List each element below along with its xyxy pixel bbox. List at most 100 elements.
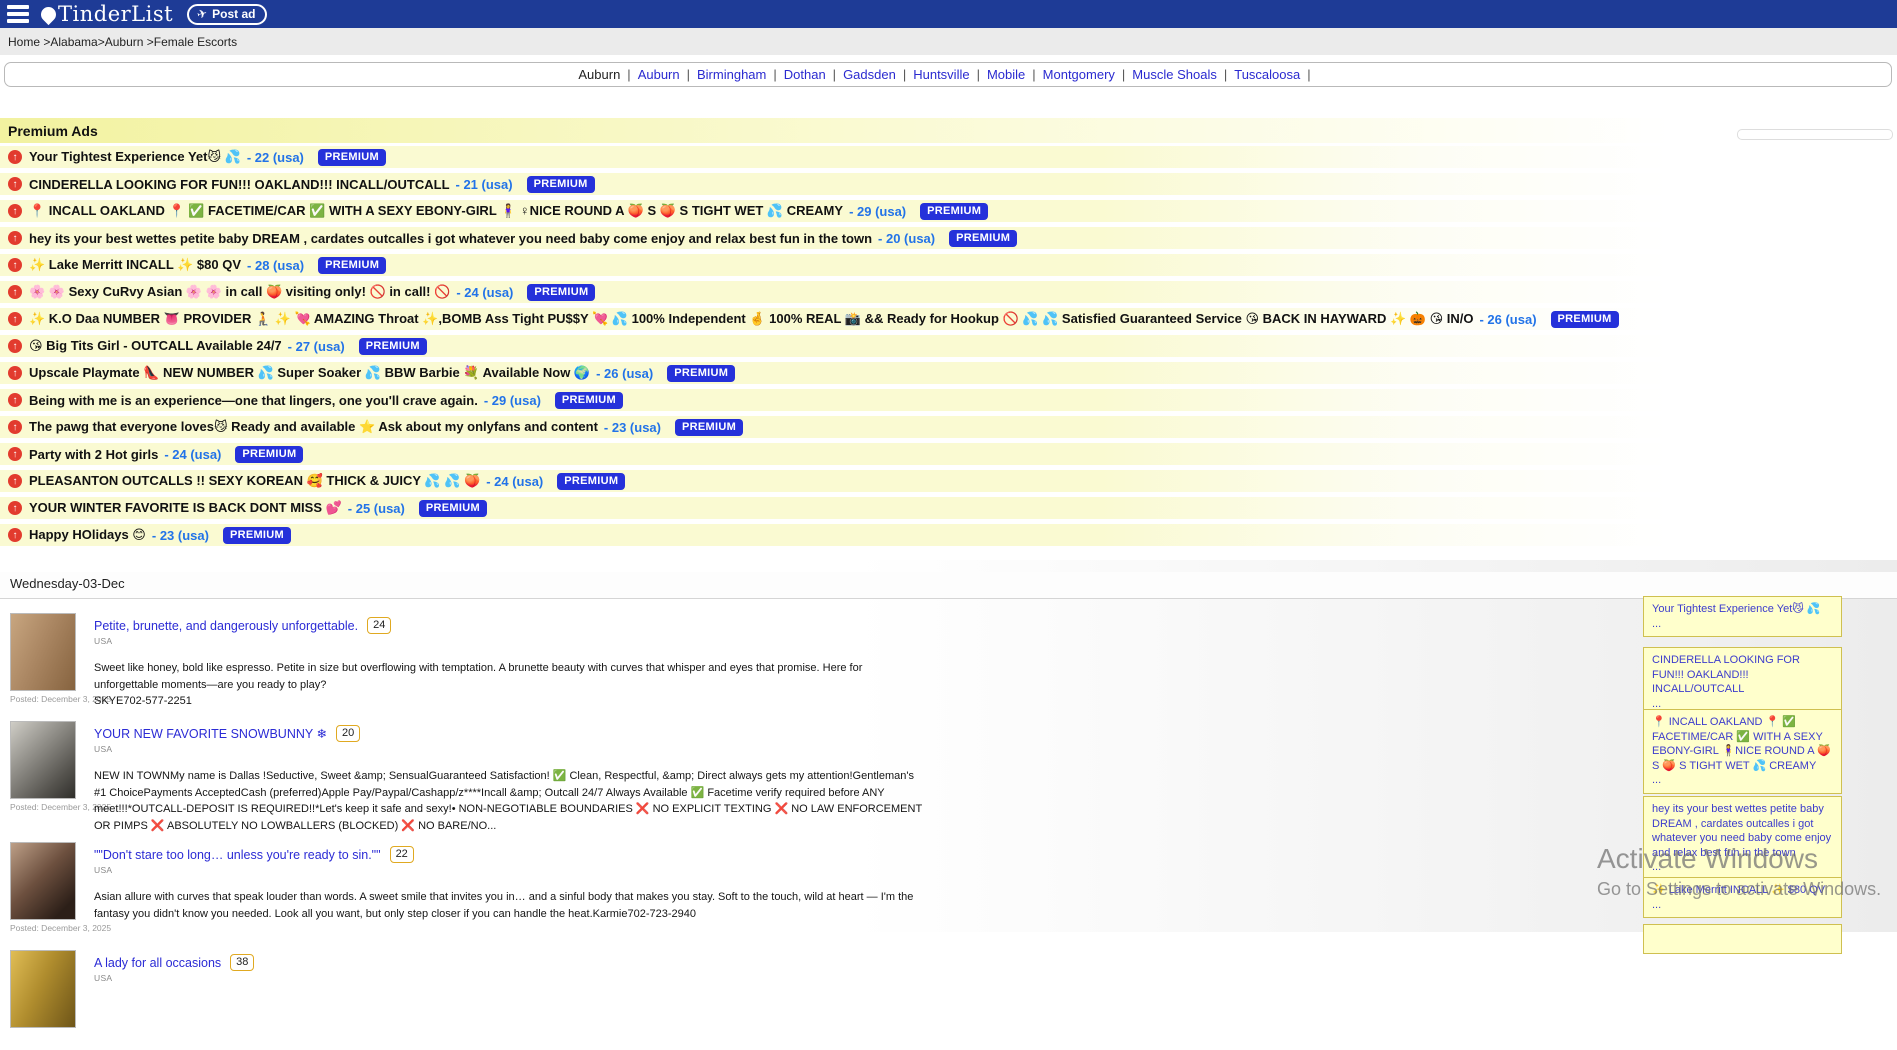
sidebar-ad-box[interactable]: CINDERELLA LOOKING FOR FUN!!! OAKLAND!!!… — [1643, 647, 1842, 717]
post-ad-label: Post ad — [212, 7, 255, 21]
premium-ad-title[interactable]: 🌸 🌸 Sexy CuRvy Asian 🌸 🌸 in call 🍑 visit… — [29, 284, 450, 300]
bump-up-icon: ↑ — [8, 420, 22, 434]
premium-badge: PREMIUM — [675, 419, 743, 436]
city-separator: | — [773, 67, 776, 82]
premium-ad-row[interactable]: ↑ 😘 Big Tits Girl - OUTCALL Available 24… — [0, 335, 1897, 357]
bump-up-icon: ↑ — [8, 150, 22, 164]
premium-ad-row[interactable]: ↑ Happy HOlidays 😊 - 23 (usa) PREMIUM — [0, 524, 1897, 546]
premium-ads-header: Premium Ads — [0, 118, 1897, 143]
premium-ad-title[interactable]: Being with me is an experience—one that … — [29, 393, 478, 408]
sidebar-ad-box[interactable]: Your Tightest Experience Yet😼 💦 ... — [1643, 596, 1842, 637]
sidebar-ad-box[interactable]: 📍 INCALL OAKLAND 📍 ✅ FACETIME/CAR ✅ WITH… — [1643, 709, 1842, 794]
city-link[interactable]: Birmingham — [697, 67, 766, 82]
premium-ad-age: - 26 (usa) — [596, 366, 653, 381]
city-link[interactable]: Mobile — [987, 67, 1025, 82]
premium-ad-title[interactable]: YOUR WINTER FAVORITE IS BACK DONT MISS 💕 — [29, 500, 342, 516]
breadcrumb[interactable]: Home >Alabama>Auburn >Female Escorts — [8, 35, 237, 49]
premium-ad-title[interactable]: The pawg that everyone loves😼 Ready and … — [29, 419, 598, 435]
sidebar-ad-box[interactable]: ✨ Lake Merritt INCALL ✨ $80 QV ... — [1643, 877, 1842, 918]
listing-title-link[interactable]: ""Don't stare too long… unless you're re… — [94, 848, 381, 862]
sidebar-ad-text[interactable]: hey its your best wettes petite baby DRE… — [1652, 803, 1831, 859]
bump-up-icon: ↑ — [8, 447, 22, 461]
premium-badge: PREMIUM — [419, 500, 487, 517]
premium-sidebar: Your Tightest Experience Yet😼 💦 ... CIND… — [1643, 0, 1842, 932]
listing-card[interactable]: Posted: December 3, 2025 ""Don't stare t… — [10, 842, 1000, 942]
premium-ad-row[interactable]: ↑ 🌸 🌸 Sexy CuRvy Asian 🌸 🌸 in call 🍑 vis… — [0, 281, 1897, 303]
listing-country: USA — [94, 744, 929, 754]
sidebar-ad-box[interactable]: hey its your best wettes petite baby DRE… — [1643, 796, 1842, 881]
premium-ad-row[interactable]: ↑ ✨ K.O Daa NUMBER 👅 PROVIDER 🧎 ✨ 💘 AMAZ… — [0, 308, 1897, 330]
sidebar-ad-text[interactable]: ✨ Lake Merritt INCALL ✨ $80 QV — [1652, 884, 1825, 896]
premium-ad-age: - 26 (usa) — [1479, 312, 1536, 327]
listing-photo[interactable] — [10, 721, 76, 799]
listing-title-link[interactable]: Petite, brunette, and dangerously unforg… — [94, 619, 358, 633]
premium-ad-title[interactable]: Upscale Playmate 👠 NEW NUMBER 💦 Super So… — [29, 365, 590, 381]
premium-ad-row[interactable]: ↑ Your Tightest Experience Yet😼 💦 - 22 (… — [0, 146, 1897, 168]
city-link[interactable]: Gadsden — [843, 67, 896, 82]
premium-badge: PREMIUM — [359, 338, 427, 355]
premium-ad-title[interactable]: PLEASANTON OUTCALLS !! SEXY KOREAN 🥰 THI… — [29, 473, 480, 489]
premium-badge: PREMIUM — [318, 149, 386, 166]
listing-photo[interactable] — [10, 613, 76, 691]
listing-card[interactable]: Posted: December 3, 2025 Petite, brunett… — [10, 613, 1000, 713]
premium-ad-title[interactable]: Your Tightest Experience Yet😼 💦 — [29, 149, 241, 165]
listing-country: USA — [94, 636, 929, 646]
premium-ad-title[interactable]: CINDERELLA LOOKING FOR FUN!!! OAKLAND!!!… — [29, 177, 450, 192]
premium-ad-title[interactable]: Party with 2 Hot girls — [29, 447, 158, 462]
listing-description: NEW IN TOWNMy name is Dallas !Seductive,… — [94, 768, 929, 834]
age-badge: 20 — [336, 725, 360, 742]
premium-badge: PREMIUM — [527, 284, 595, 301]
premium-ad-row[interactable]: ↑ Being with me is an experience—one tha… — [0, 389, 1897, 411]
city-separator: | — [627, 67, 630, 82]
premium-ad-row[interactable]: ↑ Party with 2 Hot girls - 24 (usa) PREM… — [0, 443, 1897, 465]
listing-body: Petite, brunette, and dangerously unforg… — [94, 613, 929, 713]
city-link[interactable]: Muscle Shoals — [1132, 67, 1217, 82]
bump-up-icon: ↑ — [8, 393, 22, 407]
premium-ad-row[interactable]: ↑ hey its your best wettes petite baby D… — [0, 227, 1897, 249]
city-separator: | — [687, 67, 690, 82]
post-ad-button[interactable]: ✈ Post ad — [187, 4, 267, 25]
city-link[interactable]: Tuscaloosa — [1234, 67, 1300, 82]
listing-photo[interactable] — [10, 842, 76, 920]
listing-card[interactable]: Posted: December 3, 2025 YOUR NEW FAVORI… — [10, 721, 1000, 834]
listing-thumb-column: Posted: December 3, 2025 — [10, 842, 76, 942]
sidebar-ad-text[interactable]: Your Tightest Experience Yet😼 💦 — [1652, 603, 1820, 615]
premium-ad-title[interactable]: ✨ Lake Merritt INCALL ✨ $80 QV — [29, 257, 241, 273]
listing-country: USA — [94, 973, 929, 983]
premium-badge: PREMIUM — [920, 203, 988, 220]
listing-title-link[interactable]: YOUR NEW FAVORITE SNOWBUNNY ❄ — [94, 726, 327, 741]
premium-ad-title[interactable]: ✨ K.O Daa NUMBER 👅 PROVIDER 🧎 ✨ 💘 AMAZIN… — [29, 311, 1473, 327]
city-link[interactable]: Montgomery — [1043, 67, 1115, 82]
premium-ad-title[interactable]: Happy HOlidays 😊 — [29, 527, 146, 543]
premium-ad-age: - 22 (usa) — [247, 150, 304, 165]
premium-ad-age: - 29 (usa) — [484, 393, 541, 408]
premium-ad-row[interactable]: ↑ YOUR WINTER FAVORITE IS BACK DONT MISS… — [0, 497, 1897, 519]
city-current: Auburn — [578, 67, 620, 82]
premium-ad-row[interactable]: ↑ Upscale Playmate 👠 NEW NUMBER 💦 Super … — [0, 362, 1897, 384]
premium-ad-title[interactable]: hey its your best wettes petite baby DRE… — [29, 231, 872, 246]
premium-ad-title[interactable]: 📍 INCALL OAKLAND 📍 ✅ FACETIME/CAR ✅ WITH… — [29, 203, 843, 219]
listing-card[interactable]: A lady for all occasions 38 USA — [10, 950, 1000, 1050]
listing-title-link[interactable]: A lady for all occasions — [94, 956, 221, 970]
listing-thumb-column: Posted: December 3, 2025 — [10, 613, 76, 713]
site-logo[interactable]: TinderList — [41, 2, 173, 26]
premium-ad-row[interactable]: ↑ The pawg that everyone loves😼 Ready an… — [0, 416, 1897, 438]
listing-cards: Posted: December 3, 2025 Petite, brunett… — [0, 599, 1000, 1050]
sidebar-ad-text[interactable]: 📍 INCALL OAKLAND 📍 ✅ FACETIME/CAR ✅ WITH… — [1652, 716, 1831, 772]
listing-body: YOUR NEW FAVORITE SNOWBUNNY ❄ 20 USA NEW… — [94, 721, 929, 834]
sidebar-ad-box[interactable] — [1643, 924, 1842, 954]
listing-photo[interactable] — [10, 950, 76, 1028]
sidebar-ad-text[interactable]: CINDERELLA LOOKING FOR FUN!!! OAKLAND!!!… — [1652, 654, 1800, 695]
hamburger-menu-icon[interactable] — [7, 5, 29, 23]
premium-ad-row[interactable]: ↑ PLEASANTON OUTCALLS !! SEXY KOREAN 🥰 T… — [0, 470, 1897, 492]
city-link[interactable]: Auburn — [638, 67, 680, 82]
city-link[interactable]: Huntsville — [913, 67, 969, 82]
premium-ad-title[interactable]: 😘 Big Tits Girl - OUTCALL Available 24/7 — [29, 338, 282, 354]
premium-ad-row[interactable]: ↑ 📍 INCALL OAKLAND 📍 ✅ FACETIME/CAR ✅ WI… — [0, 200, 1897, 222]
city-separator: | — [977, 67, 980, 82]
premium-ad-age: - 24 (usa) — [456, 285, 513, 300]
city-link[interactable]: Dothan — [784, 67, 826, 82]
premium-ad-row[interactable]: ↑ CINDERELLA LOOKING FOR FUN!!! OAKLAND!… — [0, 173, 1897, 195]
premium-ad-row[interactable]: ↑ ✨ Lake Merritt INCALL ✨ $80 QV - 28 (u… — [0, 254, 1897, 276]
posted-date: Posted: December 3, 2025 — [10, 802, 76, 812]
